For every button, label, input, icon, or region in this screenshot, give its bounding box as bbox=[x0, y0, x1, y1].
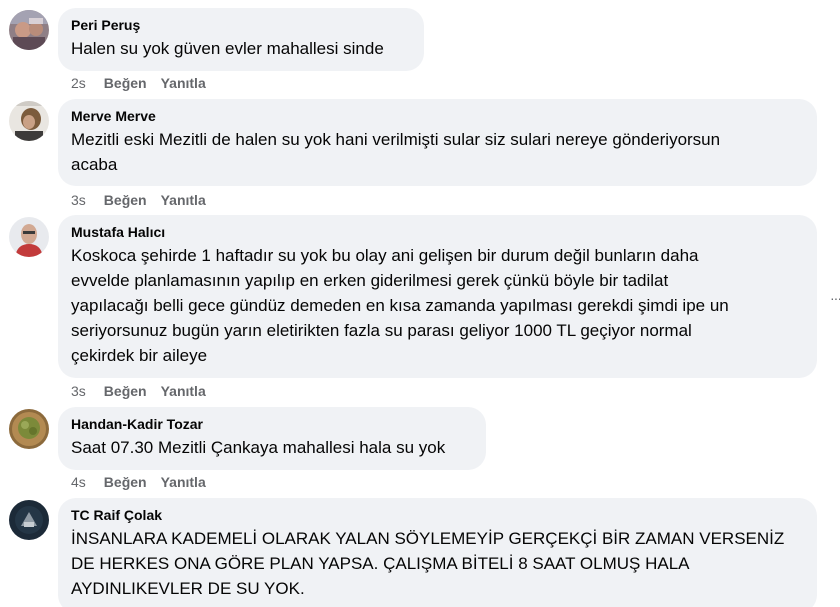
comment-list: Peri Peruş Halen su yok güven evler maha… bbox=[0, 0, 840, 607]
comment-actions: 4s Beğen Yanıtla bbox=[71, 473, 220, 491]
like-button[interactable]: Beğen bbox=[104, 383, 147, 399]
comment-bubble: Handan-Kadir Tozar Saat 07.30 Mezitli Ça… bbox=[58, 407, 486, 470]
comment-author[interactable]: Handan-Kadir Tozar bbox=[71, 415, 474, 433]
comment-author[interactable]: Merve Merve bbox=[71, 107, 805, 125]
comment-actions: 2s Beğen Yanıtla bbox=[71, 74, 220, 92]
reply-button[interactable]: Yanıtla bbox=[161, 192, 206, 208]
avatar[interactable] bbox=[9, 101, 49, 141]
avatar[interactable] bbox=[9, 500, 49, 540]
more-options-icon[interactable]: ··· bbox=[830, 290, 840, 306]
comment-timestamp[interactable]: 4s bbox=[71, 474, 86, 490]
avatar[interactable] bbox=[9, 409, 49, 449]
comment-text: Koskoca şehirde 1 haftadır su yok bu ola… bbox=[71, 246, 729, 365]
comment-bubble: Mustafa Halıcı Koskoca şehirde 1 haftadı… bbox=[58, 215, 817, 378]
like-button[interactable]: Beğen bbox=[104, 75, 147, 91]
comment-actions: 3s Beğen Yanıtla bbox=[71, 382, 220, 400]
avatar[interactable] bbox=[9, 10, 49, 50]
like-button[interactable]: Beğen bbox=[104, 192, 147, 208]
avatar[interactable] bbox=[9, 217, 49, 257]
reply-button[interactable]: Yanıtla bbox=[161, 474, 206, 490]
comment-text: Halen su yok güven evler mahallesi sinde bbox=[71, 39, 384, 58]
comment-bubble: Merve Merve Mezitli eski Mezitli de hale… bbox=[58, 99, 817, 186]
comment-timestamp[interactable]: 3s bbox=[71, 383, 86, 399]
comment-text: Mezitli eski Mezitli de halen su yok han… bbox=[71, 130, 721, 174]
comment-bubble: Peri Peruş Halen su yok güven evler maha… bbox=[58, 8, 424, 71]
comment-author[interactable]: Mustafa Halıcı bbox=[71, 223, 805, 241]
reply-button[interactable]: Yanıtla bbox=[161, 75, 206, 91]
comment-timestamp[interactable]: 3s bbox=[71, 192, 86, 208]
reply-button[interactable]: Yanıtla bbox=[161, 383, 206, 399]
comment-author[interactable]: TC Raif Çolak bbox=[71, 506, 805, 524]
like-button[interactable]: Beğen bbox=[104, 474, 147, 490]
comment-bubble: TC Raif Çolak İNSANLARA KADEMELİ OLARAK … bbox=[58, 498, 817, 607]
comment-text: Saat 07.30 Mezitli Çankaya mahallesi hal… bbox=[71, 438, 446, 457]
comment-author[interactable]: Peri Peruş bbox=[71, 16, 412, 34]
comment-actions: 3s Beğen Yanıtla bbox=[71, 191, 220, 209]
comment-text: İNSANLARA KADEMELİ OLARAK YALAN SÖYLEMEY… bbox=[71, 529, 785, 598]
comment-timestamp[interactable]: 2s bbox=[71, 75, 86, 91]
